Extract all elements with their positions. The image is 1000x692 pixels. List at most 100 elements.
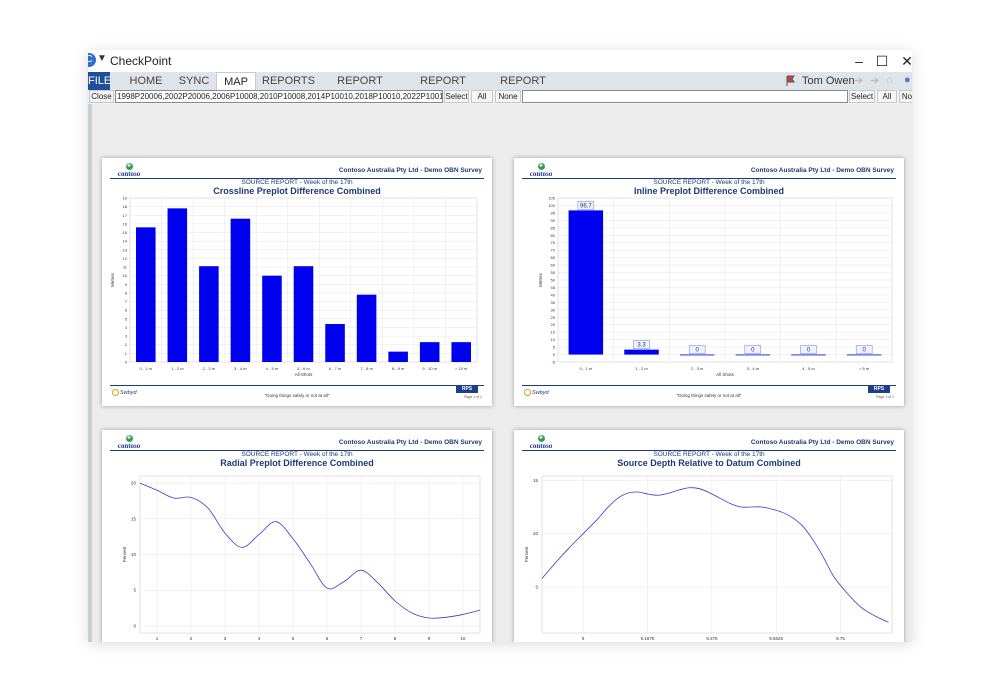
help-icon[interactable]: ● [904, 74, 911, 86]
bar [735, 354, 771, 356]
report-page-4[interactable]: ✚ contoso Contoso Australia Pty Ltd - Demo… [514, 430, 904, 642]
x-tick-label: 6 - 7 m [329, 366, 342, 371]
app-window: C ▼ CheckPoint – ☐ ✕ FILE HOME SYNC MAP … [88, 50, 912, 642]
quick-access-dropdown-icon[interactable]: ▼ [97, 53, 107, 64]
back-arrow-icon[interactable]: ➔ [854, 74, 863, 87]
y-tick-label: 55 [551, 270, 556, 275]
y-axis-label: Percent [122, 546, 127, 562]
x-tick-label: 2 - 3 m [203, 366, 216, 371]
x-tick-label: 1 - 2 m [635, 366, 648, 371]
minimize-button[interactable]: – [848, 51, 870, 71]
y-tick-label: 10 [131, 552, 137, 557]
y-tick-label: 100 [548, 203, 555, 208]
y-tick-label: 0 [125, 360, 128, 365]
select-button-2[interactable]: Select [849, 90, 875, 103]
x-tick-label: 3 [224, 636, 227, 641]
sequence-list-input[interactable]: 1998P20006,2002P20006,2006P10008,2010P10… [115, 90, 443, 103]
tab-home[interactable]: HOME [124, 72, 168, 90]
x-axis-label: All Shots [716, 372, 735, 377]
forward-arrow-icon[interactable]: ➔ [870, 74, 879, 87]
left-splitter[interactable] [88, 104, 92, 642]
report-page-2[interactable]: ✚ contoso Contoso Australia Pty Ltd - Demo… [514, 158, 904, 406]
bar [199, 266, 219, 362]
report-page-1[interactable]: ✚ contoso Contoso Australia Pty Ltd - Demo… [102, 158, 492, 406]
x-tick-label: 4 [258, 636, 261, 641]
tab-sync[interactable]: SYNC [174, 72, 214, 90]
y-tick-label: 5 [125, 316, 128, 321]
y-tick-label: 5 [133, 588, 136, 593]
y-tick-label: 19 [123, 196, 128, 201]
y-tick-label: 105 [548, 196, 555, 201]
y-tick-label: 90 [551, 218, 556, 223]
y-tick-label: 15 [533, 478, 539, 483]
x-tick-label: 0 - 1 m [580, 366, 593, 371]
y-tick-label: 18 [123, 204, 128, 209]
y-tick-label: 10 [551, 337, 556, 342]
x-tick-label: > 10 m [455, 366, 468, 371]
all-button-2[interactable]: All [877, 90, 897, 103]
y-tick-label: 14 [123, 239, 128, 244]
data-label: 3.3 [637, 343, 646, 349]
all-button[interactable]: All [471, 90, 493, 103]
y-tick-label: 1 [125, 351, 128, 356]
x-tick-label: 6 [326, 636, 329, 641]
bar [356, 294, 377, 362]
x-tick-label: 7 [360, 636, 363, 641]
bar [262, 275, 282, 362]
x-tick-label: 1 [156, 636, 159, 641]
report-preview-area: ✚ contoso Contoso Australia Pty Ltd - Demo… [88, 104, 912, 642]
y-tick-label: 5 [535, 585, 538, 590]
y-tick-label: 4 [125, 325, 128, 330]
bar [679, 354, 715, 356]
y-tick-label: 9 [125, 282, 128, 287]
y-tick-label: 45 [551, 285, 556, 290]
y-tick-label: 0 [553, 352, 556, 357]
tab-report-design[interactable]: REPORT DESIGN [322, 72, 398, 105]
x-tick-label: 3 - 4 m [747, 366, 760, 371]
y-tick-label: 15 [551, 330, 556, 335]
bar [451, 342, 472, 362]
y-axis-label: Metres [538, 272, 543, 287]
window-title: CheckPoint [110, 54, 172, 68]
y-tick-label: 20 [131, 481, 137, 486]
x-tick-label: > 5 m [859, 366, 870, 371]
report-page-3[interactable]: ✚ contoso Contoso Australia Pty Ltd - Demo… [102, 430, 492, 642]
none-button[interactable]: None [495, 90, 521, 103]
y-tick-label: 60 [551, 263, 556, 268]
title-bar: C ▼ CheckPoint – ☐ ✕ [88, 50, 912, 72]
y-tick-label: 12 [123, 256, 128, 261]
x-tick-label: 8 - 9 m [392, 366, 405, 371]
bar [419, 342, 440, 362]
none-button-2[interactable]: No [899, 90, 912, 103]
bar [568, 210, 604, 355]
select-button[interactable]: Select [444, 90, 469, 103]
tab-map[interactable]: MAP [216, 72, 256, 90]
tab-file[interactable]: FILE [88, 72, 111, 90]
bar [230, 218, 251, 362]
close-window-button[interactable]: ✕ [896, 51, 912, 71]
y-tick-label: 35 [551, 300, 556, 305]
y-tick-label: 20 [551, 322, 556, 327]
x-tick-label: 7 - 8 m [360, 366, 373, 371]
tab-report-item[interactable]: REPORT ITEM [410, 72, 476, 105]
y-axis-label: Percent [524, 546, 529, 562]
x-tick-label: 2 - 3 m [691, 366, 704, 371]
x-tick-label: 5 - 6 m [297, 366, 310, 371]
y-tick-label: 30 [551, 307, 556, 312]
y-tick-label: 50 [551, 278, 556, 283]
bar [624, 349, 659, 355]
home-icon[interactable]: ⌂ [886, 74, 893, 86]
tab-reports[interactable]: REPORTS [262, 72, 315, 90]
chart-3: 051015201 2 3 4 5 6 7 8 9 10MetresPercent [122, 475, 481, 641]
maximize-button[interactable]: ☐ [871, 51, 893, 71]
y-tick-label: 80 [551, 233, 556, 238]
y-tick-label: 2 [125, 342, 128, 347]
tab-report-table[interactable]: REPORT TABLE [488, 72, 558, 105]
x-tick-label: 9 [428, 636, 431, 641]
close-button[interactable]: Close [89, 90, 114, 103]
x-tick-label: 2 [190, 636, 193, 641]
secondary-list-input[interactable] [522, 90, 848, 103]
y-tick-label: 40 [551, 292, 556, 297]
chart-4: 510159 9.1875 9.375 9.5625 9.75MetresPercent [524, 475, 893, 641]
sequence-toolbar: Close 1998P20006,2002P20006,2006P10008,2… [88, 90, 912, 104]
